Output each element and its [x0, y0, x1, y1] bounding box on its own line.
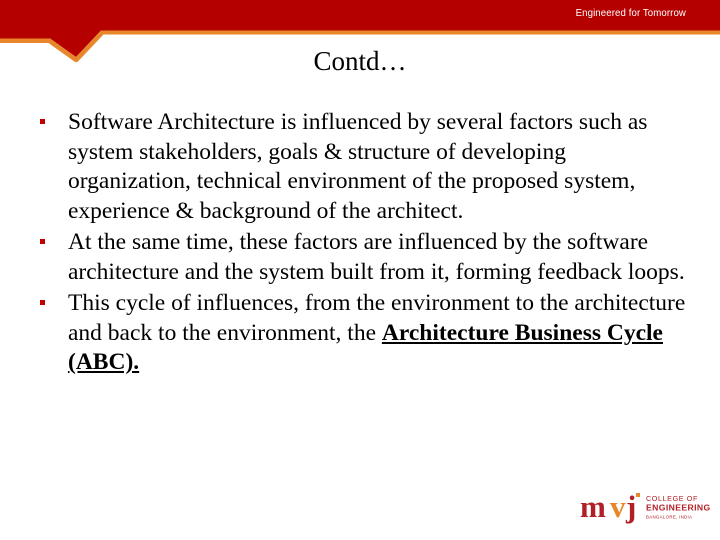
- bullet-icon: [40, 239, 45, 244]
- page-title: Contd…: [313, 46, 407, 76]
- bullet-icon: [40, 300, 45, 305]
- logo-line-3: BANGALORE, INDIA: [646, 515, 692, 520]
- bullet-span: Software Architecture is influenced by s…: [68, 109, 648, 224]
- header-tagline: Engineered for Tomorrow: [575, 7, 686, 19]
- slide-root: Engineered for Tomorrow Contd… Software …: [0, 0, 720, 540]
- logo-dot-icon: [636, 493, 640, 497]
- bullet-text-3: This cycle of influences, from the envir…: [68, 290, 685, 375]
- list-item: At the same time, these factors are infl…: [22, 228, 694, 287]
- bullet-list: Software Architecture is influenced by s…: [22, 108, 694, 378]
- list-item: This cycle of influences, from the envir…: [22, 289, 694, 378]
- slide-body: Software Architecture is influenced by s…: [22, 108, 694, 380]
- bullet-icon: [40, 119, 45, 124]
- bullet-text-1: Software Architecture is influenced by s…: [68, 109, 647, 224]
- bullet-span: At the same time, these factors are infl…: [68, 229, 685, 285]
- list-item: Software Architecture is influenced by s…: [22, 108, 694, 226]
- bullet-text-2: At the same time, these factors are infl…: [68, 229, 685, 285]
- logo-letter-j: j: [625, 489, 636, 524]
- logo-letter-m: m: [580, 489, 606, 524]
- mvj-logo: m v j COLLEGE OF ENGINEERING BANGALORE, …: [578, 487, 710, 531]
- logo-letter-v: v: [610, 489, 626, 524]
- logo-line-2: ENGINEERING: [646, 503, 710, 513]
